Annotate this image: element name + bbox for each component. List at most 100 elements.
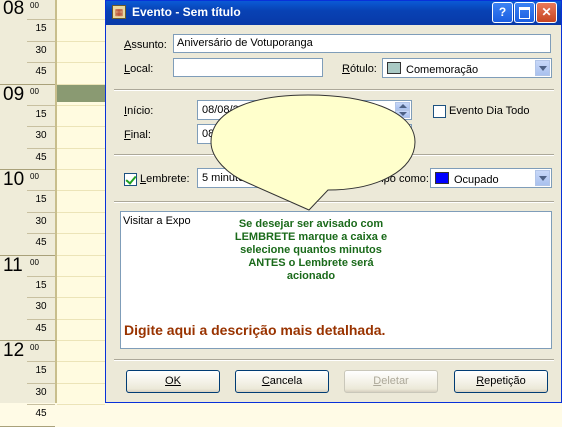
day-slot-line	[57, 404, 105, 406]
mostrar-value: Ocupado	[454, 174, 499, 186]
slot-divider	[27, 19, 55, 21]
selected-timeslot[interactable]	[57, 84, 105, 102]
day-slot-line	[57, 83, 105, 85]
rotulo-color-swatch	[387, 62, 401, 74]
inicio-date: 08/08/2008	[202, 104, 258, 116]
slot-divider	[27, 404, 55, 406]
rotulo-select[interactable]: Comemoração	[382, 58, 552, 78]
close-button[interactable]: ✕	[536, 2, 557, 23]
slot-divider	[27, 318, 55, 320]
maximize-button[interactable]	[514, 2, 535, 23]
hour-label: 10	[3, 169, 25, 190]
final-time-spinner[interactable]: 09:15	[333, 124, 412, 144]
notes-hint: Digite aqui a descrição mais detalhada.	[124, 322, 386, 338]
lembrete-select[interactable]: 5 minutos	[197, 168, 302, 188]
final-time: 09:15	[338, 128, 366, 140]
calendar-app-icon: ▦	[112, 5, 126, 19]
help-button[interactable]: ?	[492, 2, 513, 23]
day-slot-line	[57, 62, 105, 64]
spin-up-icon[interactable]	[395, 126, 410, 134]
day-slot-line	[57, 318, 105, 320]
close-icon: ✕	[541, 5, 552, 19]
inicio-time: 09:00	[338, 104, 366, 116]
column-divider	[55, 0, 57, 403]
window-title: Evento - Sem título	[132, 5, 241, 19]
minute-slot-label: 45	[35, 237, 47, 249]
day-slot-line	[57, 190, 105, 192]
minute-label: 00	[30, 257, 39, 267]
assunto-input[interactable]: Aniversário de Votuporanga	[173, 34, 551, 53]
lembrete-label: Lembrete:	[140, 173, 190, 185]
inicio-date-select[interactable]: 08/08/2008	[197, 100, 302, 120]
final-date: 08/08/2008	[202, 128, 258, 140]
slot-divider	[27, 297, 55, 299]
title-bar[interactable]: ▦ Evento - Sem título ? ✕	[106, 1, 561, 25]
day-slot-line	[57, 275, 105, 277]
minute-slot-label: 45	[35, 151, 47, 163]
minute-label: 00	[30, 343, 39, 352]
slot-divider	[27, 233, 55, 235]
assunto-label: Assunto:	[124, 39, 167, 51]
spin-up-icon[interactable]	[395, 102, 410, 110]
day-slot-line	[57, 40, 105, 42]
minute-slot-label: 15	[35, 23, 47, 35]
chevron-down-icon[interactable]	[285, 102, 300, 118]
minute-slot-label: 45	[35, 66, 47, 78]
inicio-time-spinner[interactable]: 09:00	[333, 100, 412, 120]
day-slot-line	[57, 382, 105, 384]
mostrar-select[interactable]: Ocupado	[430, 168, 552, 188]
dia-todo-checkbox[interactable]	[433, 105, 446, 118]
chevron-down-icon[interactable]	[535, 60, 550, 76]
minute-slot-label: 15	[35, 108, 47, 120]
cancel-button[interactable]: Cancela	[235, 370, 329, 393]
lembrete-value: 5 minutos	[202, 172, 250, 184]
minute-label: 00	[30, 172, 39, 181]
slot-divider	[27, 104, 55, 106]
minute-slot-label: 30	[35, 215, 47, 227]
final-date-select[interactable]: 08/08/2008	[197, 124, 302, 144]
inicio-label: Início:	[124, 105, 154, 117]
chevron-down-icon[interactable]	[285, 170, 300, 186]
minute-slot-label: 15	[35, 194, 47, 206]
final-label: Final:	[124, 129, 151, 141]
minute-label: 00	[30, 86, 39, 96]
minute-slot-label: 30	[35, 301, 47, 313]
separator	[114, 154, 554, 156]
spin-down-icon[interactable]	[395, 134, 410, 142]
day-slot-line	[57, 297, 105, 299]
day-slot-line	[57, 104, 105, 106]
minute-slot-label: 30	[35, 44, 47, 56]
dia-todo-label: Evento Dia Todo	[449, 105, 530, 117]
slot-divider	[27, 126, 55, 128]
ok-button[interactable]: OK	[126, 370, 220, 393]
day-slot-line	[57, 126, 105, 128]
notes-text: Visitar a Expo	[123, 215, 191, 227]
chevron-down-icon[interactable]	[535, 170, 550, 186]
chevron-down-icon[interactable]	[285, 126, 300, 142]
hour-label: 09	[3, 83, 25, 105]
local-input[interactable]	[173, 58, 323, 77]
day-slot-line	[57, 211, 105, 213]
rotulo-label: Rótulo:	[342, 63, 377, 75]
minute-slot-label: 45	[35, 322, 47, 334]
local-label: Local:	[124, 63, 154, 75]
hour-divider	[0, 425, 55, 427]
day-slot-line	[57, 147, 105, 149]
callout-text: Se desejar ser avisado com LEMBRETE marq…	[234, 218, 388, 282]
spin-down-icon[interactable]	[395, 110, 410, 118]
repeat-button[interactable]: Repetição	[454, 370, 548, 393]
minute-slot-label: 15	[35, 279, 47, 291]
slot-divider	[27, 62, 55, 64]
delete-button[interactable]: Deletar	[344, 370, 438, 393]
event-dialog: ▦ Evento - Sem título ? ✕ Assunto: Anive…	[105, 0, 562, 403]
minute-slot-label: 45	[35, 408, 47, 420]
separator	[114, 89, 554, 91]
day-slot-line	[57, 233, 105, 235]
minute-slot-label: 30	[35, 130, 47, 142]
hour-label: 12	[3, 340, 25, 361]
lembrete-checkbox[interactable]	[124, 173, 137, 186]
minute-slot-label: 15	[35, 365, 47, 377]
day-slot-line	[57, 19, 105, 21]
slot-divider	[27, 147, 55, 149]
minute-label: 00	[30, 1, 39, 10]
